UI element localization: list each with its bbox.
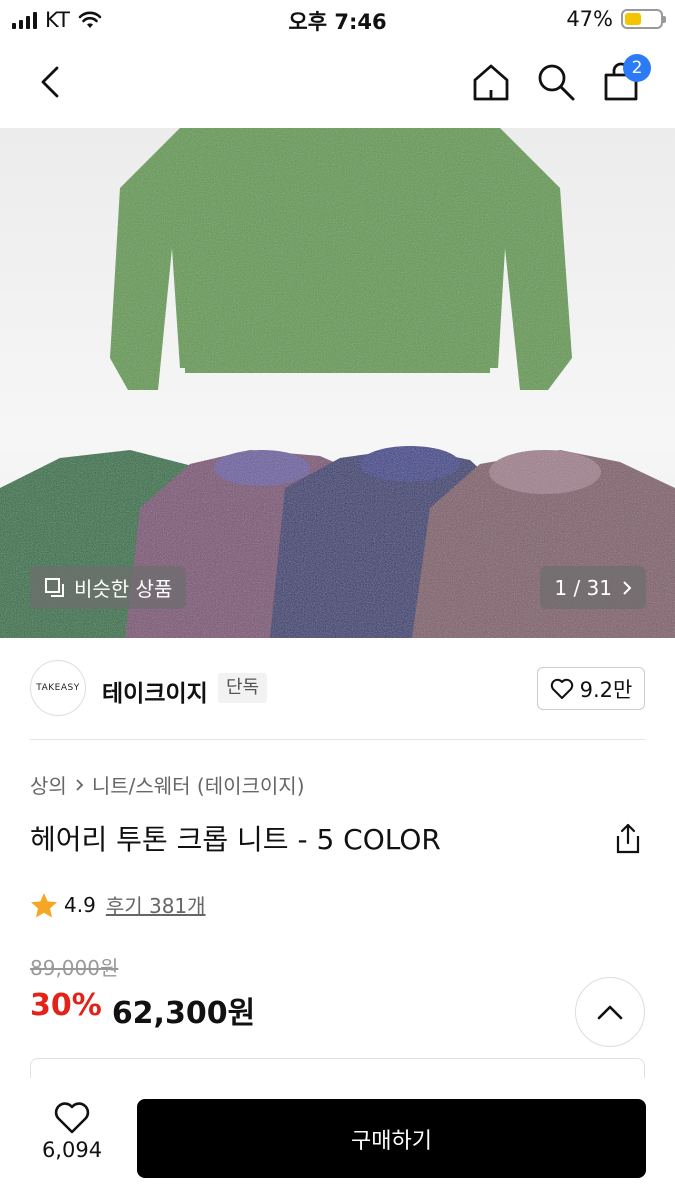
product-title: 헤어리 투톤 크롭 니트 - 5 COLOR [30, 823, 441, 856]
breadcrumb-level1[interactable]: 상의 [30, 770, 67, 799]
chevron-right-icon [623, 580, 632, 595]
original-price: 89,000원 [30, 956, 119, 980]
page-counter-text: 1 / 31 [554, 575, 612, 600]
similar-products-label: 비슷한 상품 [74, 577, 173, 601]
heart-icon [54, 1102, 90, 1134]
brand-like-button[interactable]: 9.2만 [537, 667, 645, 710]
chevron-right-icon [76, 778, 84, 791]
heart-icon [550, 678, 573, 699]
search-icon[interactable] [534, 60, 578, 104]
discount-rate: 30% [30, 988, 102, 1023]
battery-icon [621, 9, 666, 29]
brand-logo[interactable]: TAKEASY [30, 660, 86, 716]
nav-bar: 2 [0, 40, 675, 128]
battery-percent: 47% [566, 7, 613, 31]
breadcrumb-level2[interactable]: 니트/스웨터 (테이크이지) [92, 770, 305, 799]
product-image-carousel[interactable]: 비슷한 상품 1 / 31 [0, 128, 675, 638]
similar-products-button[interactable]: 비슷한 상품 [30, 566, 187, 609]
brand-name[interactable]: 테이크이지 [102, 674, 208, 708]
scroll-top-button[interactable] [575, 977, 645, 1047]
rating-value: 4.9 [64, 892, 96, 917]
status-bar: KT 오후 7:46 47% [0, 0, 675, 40]
cart-icon[interactable]: 2 [599, 54, 651, 104]
wishlist-button[interactable]: 6,094 [34, 1102, 110, 1162]
reviews-link[interactable]: 후기 381개 [106, 890, 206, 919]
chevron-up-icon [597, 1005, 623, 1020]
sale-price: 62,300원 [111, 996, 256, 1031]
home-icon[interactable] [469, 60, 513, 104]
product-photo [0, 128, 675, 638]
copy-icon [45, 577, 64, 597]
star-icon [31, 892, 57, 917]
bottom-bar: 6,094 구매하기 [0, 1078, 675, 1200]
breadcrumb: 상의 니트/스웨터 (테이크이지) [30, 770, 305, 799]
share-icon[interactable] [610, 820, 646, 856]
battery-level [625, 13, 641, 25]
image-page-counter[interactable]: 1 / 31 [540, 566, 646, 609]
cart-count-badge: 2 [623, 54, 651, 82]
buy-button[interactable]: 구매하기 [137, 1099, 646, 1178]
wishlist-count: 6,094 [41, 1138, 103, 1162]
brand-row: TAKEASY 테이크이지 단독 9.2만 [30, 638, 645, 740]
back-icon[interactable] [28, 60, 72, 104]
brand-like-count: 9.2만 [579, 677, 633, 702]
price-row: 30% 62,300원 [30, 988, 255, 1032]
exclusive-badge: 단독 [218, 673, 268, 703]
rating-row: 4.9 후기 381개 [30, 890, 206, 919]
